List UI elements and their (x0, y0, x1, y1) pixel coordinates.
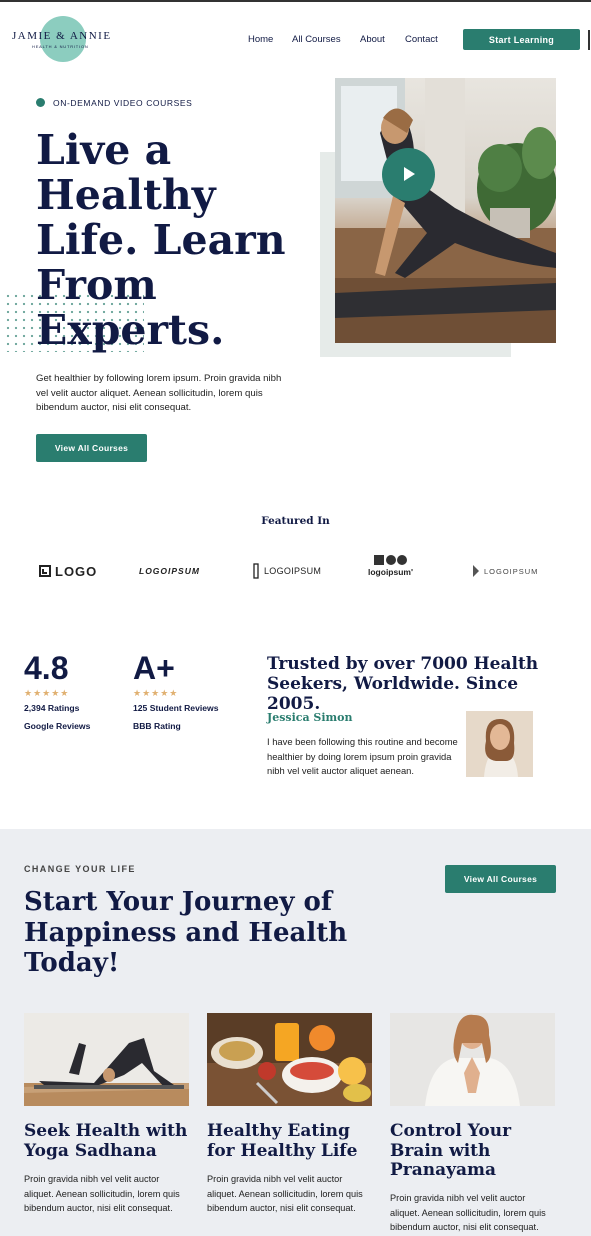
nav-about[interactable]: About (360, 34, 385, 45)
play-button[interactable] (382, 148, 435, 201)
featured-logo-5: LOGOIPSUM (472, 558, 538, 584)
hero-title: Live a Healthy Life. Learn From Experts. (36, 128, 296, 353)
course-title-yoga[interactable]: Seek Health with Yoga Sadhana (24, 1121, 194, 1161)
course-image-yoga[interactable] (24, 1013, 189, 1106)
testimonial-quote: I have been following this routine and b… (267, 736, 458, 776)
hero-title-line: Experts. (36, 306, 225, 354)
brand-text: LOGOIPSUM (264, 566, 322, 576)
logo-mark-icon (373, 555, 407, 565)
course-desc-eating: Proin gravida nibh vel velit auctor aliq… (207, 1174, 363, 1213)
brand-text: LOGOIPSUM (139, 566, 200, 576)
course-desc-yoga: Proin gravida nibh vel velit auctor aliq… (24, 1174, 180, 1213)
star-icon: ★★★★★ (133, 688, 179, 698)
featured-logo-2: LOGOIPSUM (139, 558, 200, 584)
hero-video-thumbnail[interactable] (335, 78, 556, 343)
brand-text: LOGO (55, 563, 98, 579)
logo-mark-icon (253, 563, 259, 579)
site-logo[interactable]: JAMIE & ANNIE HEALTH & NUTRITION (10, 16, 120, 64)
hero-title-line: Healthy (36, 171, 216, 219)
start-learning-button[interactable]: Start Learning (463, 29, 580, 50)
review-count: 125 Student Reviews (133, 703, 219, 713)
logo-mark-icon (473, 565, 479, 577)
course-image-pranayama[interactable] (390, 1013, 555, 1106)
featured-logo-1: LOGO (39, 558, 97, 584)
course-image-eating[interactable] (207, 1013, 372, 1106)
meditation-photo (390, 1013, 555, 1106)
avatar-photo (466, 711, 533, 777)
rating-source: Google Reviews (24, 721, 91, 731)
logo-mark-icon (39, 565, 51, 577)
logo-name: JAMIE & ANNIE (12, 30, 112, 42)
testimonial-name: Jessica Simon (267, 711, 353, 724)
rating-count: 2,394 Ratings (24, 703, 80, 713)
featured-heading: Featured In (261, 515, 330, 527)
hero-view-courses-button[interactable]: View All Courses (36, 434, 147, 462)
brand-text: LOGOIPSUM (484, 566, 539, 576)
course-title-pranayama[interactable]: Control Your Brain with Pranayama (390, 1121, 540, 1181)
nav-home[interactable]: Home (248, 34, 273, 45)
trust-headline: Trusted by over 7000 Health Seekers, Wor… (267, 654, 539, 714)
journey-kicker: CHANGE YOUR LIFE (24, 864, 136, 874)
yoga-photo (24, 1013, 189, 1106)
yoga-photo (335, 78, 556, 343)
logo-tagline: HEALTH & NUTRITION (32, 44, 89, 49)
eyebrow-dot (36, 98, 45, 107)
nav-contact[interactable]: Contact (405, 34, 438, 45)
hero-eyebrow: ON-DEMAND VIDEO COURSES (53, 98, 193, 108)
hero-title-line: Life. Learn (36, 216, 286, 264)
nav-all-courses[interactable]: All Courses (292, 34, 341, 45)
featured-logo-4: logoipsum' (368, 555, 413, 585)
brand-text: logoipsum' (368, 567, 413, 577)
play-icon (404, 167, 415, 181)
journey-view-courses-button[interactable]: View All Courses (445, 865, 556, 893)
course-desc-pranayama: Proin gravida nibh vel velit auctor aliq… (390, 1193, 546, 1232)
hero-title-line: Live a (36, 126, 172, 174)
hero-description: Get healthier by following lorem ipsum. … (36, 373, 282, 413)
food-photo (207, 1013, 372, 1106)
review-source: BBB Rating (133, 721, 181, 731)
bbb-value: A+ (133, 650, 175, 686)
journey-title: Start Your Journey of Happiness and Heal… (24, 887, 348, 978)
featured-logo-3: LOGOIPSUM (252, 558, 321, 584)
hero-title-line: From (36, 261, 157, 309)
testimonial-avatar (466, 711, 533, 777)
rating-value: 4.8 (24, 650, 69, 686)
star-icon: ★★★★★ (24, 688, 70, 698)
top-border (0, 0, 591, 2)
edge-marker (588, 30, 590, 50)
course-title-eating[interactable]: Healthy Eating for Healthy Life (207, 1121, 377, 1161)
